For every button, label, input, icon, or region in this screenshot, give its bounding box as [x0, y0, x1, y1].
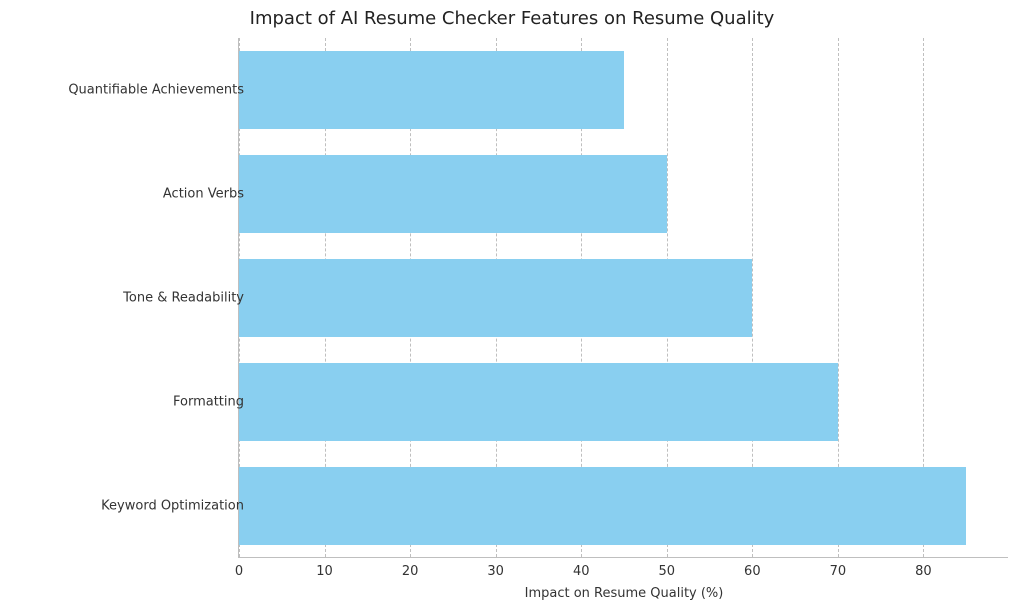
- x-tick-label: 30: [487, 564, 504, 579]
- x-axis-label: Impact on Resume Quality (%): [239, 586, 1009, 601]
- x-tick-label: 0: [235, 564, 243, 579]
- chart-container: Impact of AI Resume Checker Features on …: [0, 0, 1024, 611]
- y-tick-label: Tone & Readability: [123, 291, 244, 306]
- bar: [239, 51, 624, 129]
- plot-area: 0 10 20 30 40 50 60 70 80 Impact on Resu…: [238, 38, 1008, 558]
- x-tick-label: 40: [573, 564, 590, 579]
- bar: [239, 155, 667, 233]
- y-tick-label: Keyword Optimization: [101, 499, 244, 514]
- bar: [239, 259, 752, 337]
- y-tick-label: Quantifiable Achievements: [68, 83, 244, 98]
- x-tick-label: 10: [316, 564, 333, 579]
- bar: [239, 467, 966, 545]
- chart-title: Impact of AI Resume Checker Features on …: [0, 8, 1024, 29]
- y-tick-label: Action Verbs: [163, 187, 244, 202]
- x-tick-label: 50: [658, 564, 675, 579]
- y-tick-label: Formatting: [173, 395, 244, 410]
- x-tick-label: 20: [402, 564, 419, 579]
- x-tick-label: 60: [744, 564, 761, 579]
- bar: [239, 363, 838, 441]
- x-tick-label: 70: [830, 564, 847, 579]
- x-tick-label: 80: [915, 564, 932, 579]
